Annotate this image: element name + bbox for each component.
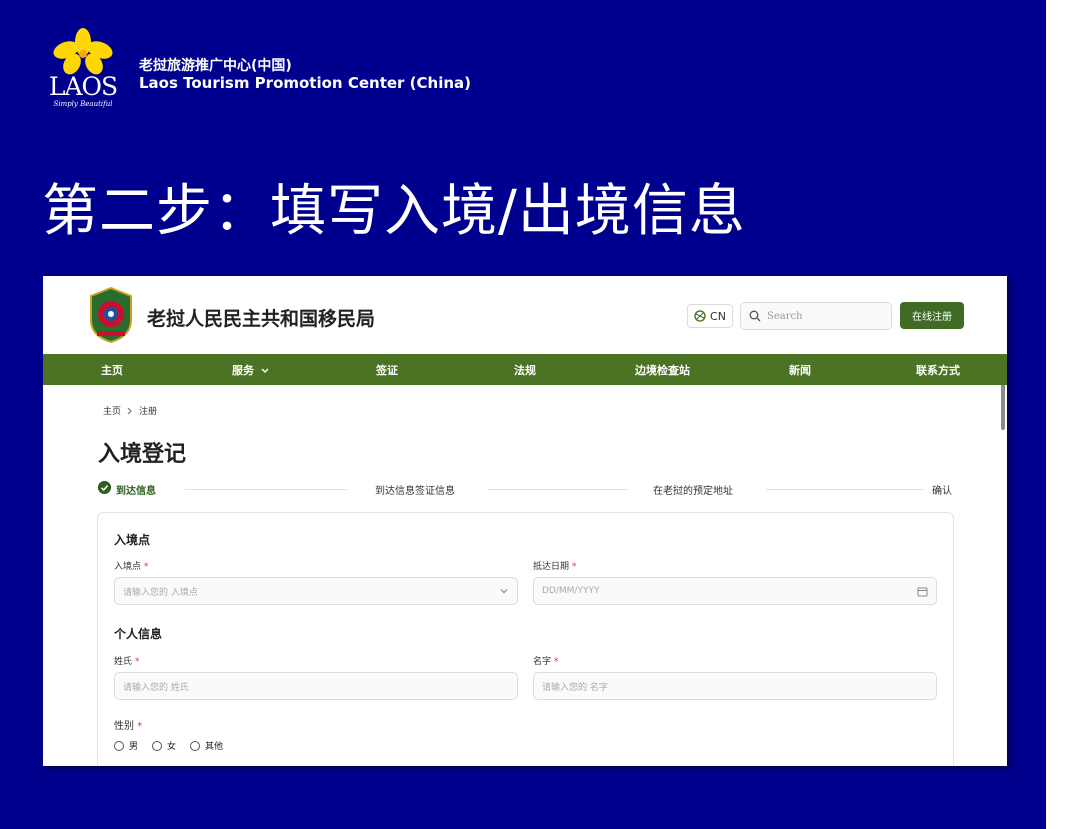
org-name-chinese: 老挝旅游推广中心(中国) bbox=[139, 58, 292, 74]
step-connector bbox=[488, 489, 628, 490]
gender-radio-group: 男 女 其他 bbox=[114, 739, 223, 752]
gender-label-text: 性别 bbox=[114, 721, 134, 732]
language-selector[interactable]: CN bbox=[687, 304, 733, 328]
required-mark: * bbox=[137, 721, 143, 732]
breadcrumb-current: 注册 bbox=[139, 407, 158, 417]
gender-radio-male[interactable]: 男 bbox=[114, 739, 138, 752]
arrival-date-label-text: 抵达日期 bbox=[533, 562, 570, 572]
radio-circle[interactable] bbox=[152, 740, 163, 751]
gender-label: 性别 * bbox=[114, 717, 142, 732]
nav-item-services[interactable]: 服务 bbox=[232, 362, 269, 378]
nav-item-regulations[interactable]: 法规 bbox=[514, 362, 536, 378]
step-connector bbox=[185, 489, 347, 490]
radio-circle[interactable] bbox=[190, 740, 201, 751]
surname-placeholder: 请输入您的 姓氏 bbox=[123, 682, 189, 693]
entry-point-select[interactable]: 请输入您的 入境点 bbox=[114, 577, 518, 605]
search-box[interactable] bbox=[740, 302, 892, 330]
nav-item-home[interactable]: 主页 bbox=[101, 362, 123, 378]
globe-icon bbox=[694, 310, 706, 322]
progress-stepper: 到达信息 到达信息签证信息 在老挝的预定地址 确认 bbox=[98, 480, 954, 497]
calendar-icon[interactable] bbox=[917, 586, 928, 597]
presentation-slide: LAOS Simply Beautiful 老挝旅游推广中心(中国) Laos … bbox=[0, 0, 1046, 829]
breadcrumb: 主页 注册 bbox=[103, 404, 157, 417]
language-label: CN bbox=[710, 309, 726, 323]
entry-form-card: 入境点 入境点 * 请输入您的 入境点 抵达日期 * DD/MM/YYYY 个人… bbox=[97, 512, 954, 766]
lao-national-emblem-icon bbox=[90, 286, 132, 344]
org-name-english: Laos Tourism Promotion Center (China) bbox=[139, 74, 471, 92]
laos-tourism-logo: LAOS Simply Beautiful bbox=[44, 28, 122, 112]
required-mark: * bbox=[553, 657, 559, 667]
search-icon bbox=[749, 310, 761, 322]
step-connector bbox=[766, 489, 924, 490]
online-register-button[interactable]: 在线注册 bbox=[900, 302, 964, 329]
site-title: 老挝人民民主共和国移民局 bbox=[147, 308, 376, 330]
surname-label: 姓氏 * bbox=[114, 654, 139, 667]
logo-wordmark: LAOS bbox=[48, 72, 118, 101]
nav-item-news[interactable]: 新闻 bbox=[789, 362, 811, 378]
surname-label-text: 姓氏 bbox=[114, 657, 133, 667]
required-mark: * bbox=[143, 562, 149, 572]
frangipani-flower-icon bbox=[53, 28, 113, 75]
step-visa-info[interactable]: 到达信息签证信息 bbox=[375, 482, 455, 497]
entry-point-label: 入境点 * bbox=[114, 559, 148, 572]
entry-point-placeholder: 请输入您的 入境点 bbox=[123, 587, 198, 598]
personal-section-title: 个人信息 bbox=[114, 627, 163, 641]
chevron-right-icon bbox=[127, 407, 132, 414]
nav-item-services-label: 服务 bbox=[232, 364, 254, 377]
gender-option-label: 男 bbox=[129, 742, 139, 752]
surname-input[interactable]: 请输入您的 姓氏 bbox=[114, 672, 518, 700]
step-address-in-laos[interactable]: 在老挝的预定地址 bbox=[653, 482, 733, 497]
page-title: 入境登记 bbox=[98, 442, 187, 467]
main-nav: 主页 服务 签证 法规 边境检查站 新闻 联系方式 bbox=[43, 354, 1007, 385]
breadcrumb-home[interactable]: 主页 bbox=[103, 404, 121, 417]
entry-point-label-text: 入境点 bbox=[114, 562, 142, 572]
gender-option-label: 其他 bbox=[205, 742, 224, 752]
page-margin bbox=[1046, 0, 1074, 829]
gender-radio-other[interactable]: 其他 bbox=[190, 739, 223, 752]
arrival-date-input[interactable]: DD/MM/YYYY bbox=[533, 577, 937, 605]
chevron-down-icon bbox=[261, 368, 269, 373]
check-circle-icon bbox=[98, 481, 111, 494]
required-mark: * bbox=[571, 562, 577, 572]
nav-item-border-checkpoints[interactable]: 边境检查站 bbox=[635, 362, 690, 378]
step-arrival-info[interactable]: 到达信息 bbox=[116, 482, 156, 497]
required-mark: * bbox=[134, 657, 140, 667]
logo-tagline: Simply Beautiful bbox=[53, 100, 113, 108]
radio-circle[interactable] bbox=[114, 740, 124, 751]
nav-item-contact[interactable]: 联系方式 bbox=[916, 362, 960, 378]
arrival-date-label: 抵达日期 * bbox=[533, 559, 576, 572]
gender-option-label: 女 bbox=[167, 742, 177, 752]
chevron-down-icon bbox=[500, 589, 508, 594]
given-name-label: 名字 * bbox=[533, 654, 558, 667]
given-name-input[interactable]: 请输入您的 名字 bbox=[533, 672, 937, 700]
given-name-placeholder: 请输入您的 名字 bbox=[542, 682, 608, 693]
slide-title: 第二步：填写入境/出境信息 bbox=[42, 179, 746, 244]
gender-radio-female[interactable]: 女 bbox=[152, 739, 176, 752]
given-name-label-text: 名字 bbox=[533, 657, 552, 667]
step-confirm[interactable]: 确认 bbox=[932, 482, 952, 497]
website-screenshot: 老挝人民民主共和国移民局 CN 在线注册 主页 服务 bbox=[43, 276, 1007, 766]
search-input[interactable] bbox=[767, 310, 877, 322]
nav-item-visa[interactable]: 签证 bbox=[376, 362, 398, 378]
entry-section-title: 入境点 bbox=[114, 533, 151, 547]
arrival-date-placeholder: DD/MM/YYYY bbox=[542, 586, 600, 596]
